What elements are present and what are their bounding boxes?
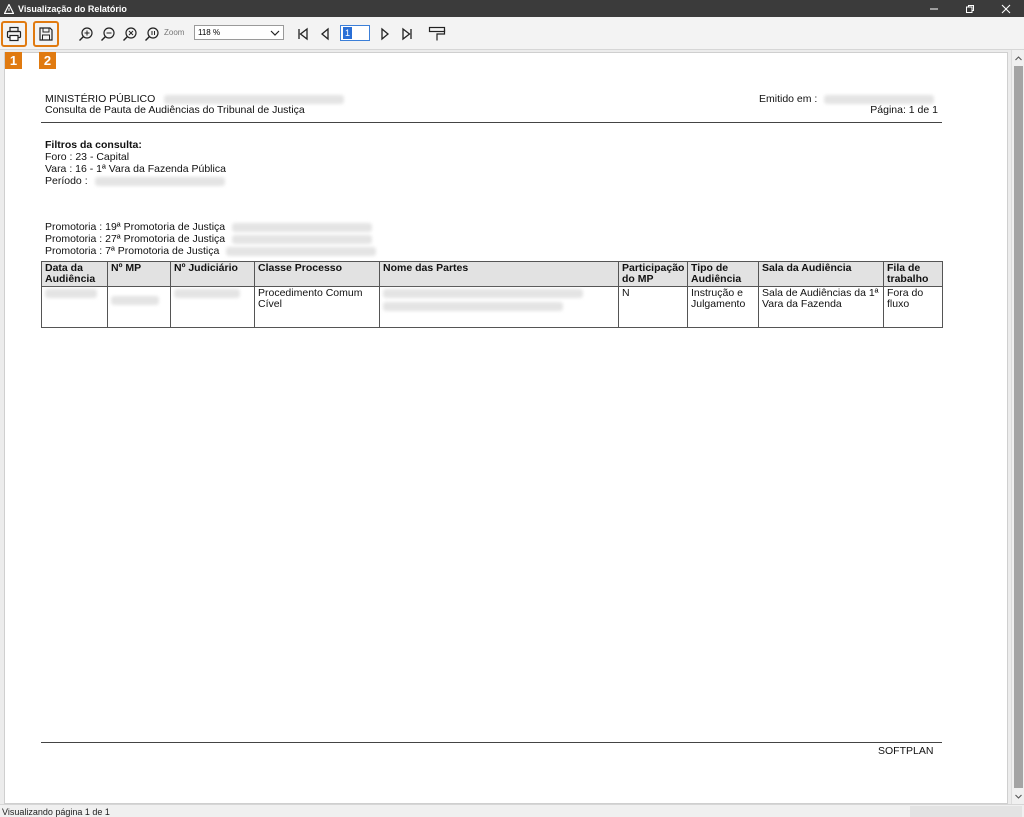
emitted-label: Emitido em :: [759, 93, 818, 105]
callout-marker-1: 1: [5, 52, 22, 69]
column-header: Fila de trabalho: [883, 261, 943, 287]
last-page-icon: [402, 27, 412, 41]
scrollbar-thumb[interactable]: [1014, 66, 1023, 788]
chevron-up-icon: [1015, 56, 1022, 61]
report-subtitle: Consulta de Pauta de Audiências do Tribu…: [45, 104, 305, 116]
cell-fila-trabalho: Fora do fluxo: [883, 286, 943, 328]
table-header-row: Data da Audiência Nº MP Nº Judiciário Cl…: [41, 261, 943, 287]
cell-classe-processo: Procedimento Comum Cível: [254, 286, 380, 328]
minimize-button[interactable]: [916, 0, 952, 17]
report-page-count: Página: 1 de 1: [870, 104, 938, 116]
report-page: MINISTÉRIO PÚBLICO Consulta de Pauta de …: [4, 52, 1008, 804]
column-header: Classe Processo: [254, 261, 380, 287]
scroll-down-button[interactable]: [1012, 790, 1024, 803]
print-button[interactable]: [1, 21, 27, 47]
cell-participacao-mp: N: [618, 286, 688, 328]
window-title: Visualização do Relatório: [18, 3, 127, 14]
redacted-text: [824, 94, 935, 104]
column-header: Tipo de Audiência: [687, 261, 759, 287]
app-icon: [4, 3, 14, 14]
close-button[interactable]: [988, 0, 1024, 17]
zoom-in-icon: [79, 27, 93, 41]
chevron-down-icon: [1015, 794, 1022, 799]
page-number-value: 1: [343, 27, 353, 39]
redacted-text: [111, 296, 159, 305]
header-divider: [41, 122, 942, 123]
footer-divider: [41, 742, 942, 743]
filter-periodo-label: Período :: [45, 175, 88, 187]
zoom-actual-size-button[interactable]: [139, 21, 165, 47]
zoom-label: Zoom: [164, 28, 185, 37]
paint-roller-icon: [428, 26, 446, 41]
promotoria-item: Promotoria : 19ª Promotoria de Justiça: [45, 221, 373, 233]
column-header: Nome das Partes: [379, 261, 619, 287]
window-controls: [916, 0, 1024, 17]
redacted-text: [174, 288, 240, 298]
page-number-input[interactable]: 1: [340, 25, 370, 41]
redacted-text: [383, 302, 563, 311]
report-viewport: MINISTÉRIO PÚBLICO Consulta de Pauta de …: [0, 50, 1011, 804]
save-button[interactable]: [33, 21, 59, 47]
column-header: Participação do MP: [618, 261, 688, 287]
previous-page-icon: [320, 27, 329, 41]
vertical-scrollbar[interactable]: [1011, 50, 1024, 804]
filter-foro: Foro : 23 - Capital: [45, 151, 130, 163]
printer-icon: [6, 26, 22, 42]
hearings-table: Data da Audiência Nº MP Nº Judiciário Cl…: [41, 261, 943, 328]
title-bar: Visualização do Relatório: [0, 0, 1024, 17]
previous-page-button[interactable]: [312, 21, 338, 47]
report-footer: SOFTPLAN: [878, 745, 934, 757]
cell-numero-mp: [107, 286, 171, 328]
status-text: Visualizando página 1 de 1: [2, 807, 110, 817]
status-bar: Visualizando página 1 de 1: [0, 804, 1024, 817]
column-header: Nº Judiciário: [170, 261, 255, 287]
restore-icon: [966, 4, 974, 13]
toolbar: Zoom 118 % 1: [0, 17, 1024, 50]
minimize-icon: [930, 8, 938, 9]
promotoria-label: Promotoria : 19ª Promotoria de Justiça: [45, 221, 226, 233]
scroll-up-button[interactable]: [1012, 52, 1024, 65]
status-bar-panel: [910, 806, 1022, 817]
zoom-actual-size-icon: [145, 27, 159, 41]
filters-title: Filtros da consulta:: [45, 139, 142, 151]
cell-sala-audiencia: Sala de Audiências da 1ª Vara da Fazenda: [758, 286, 884, 328]
promotoria-label: Promotoria : 7ª Promotoria de Justiça: [45, 245, 220, 257]
restore-button[interactable]: [952, 0, 988, 17]
redacted-text: [232, 222, 373, 232]
redacted-text: [94, 176, 225, 186]
first-page-icon: [298, 27, 308, 41]
cell-numero-judiciario: [170, 286, 255, 328]
table-row: Procedimento Comum Cível N Instrução e J…: [41, 286, 943, 328]
promotoria-item: Promotoria : 7ª Promotoria de Justiça: [45, 245, 377, 257]
cell-data-audiencia: [41, 286, 108, 328]
redacted-text: [164, 94, 345, 104]
zoom-fit-icon: [123, 27, 137, 41]
zoom-select[interactable]: 118 %: [194, 25, 284, 40]
close-icon: [1001, 4, 1011, 13]
redacted-text: [45, 288, 97, 298]
page-setup-button[interactable]: [424, 21, 450, 47]
cell-tipo-audiencia: Instrução e Julgamento: [687, 286, 759, 328]
floppy-disk-icon: [39, 27, 53, 41]
zoom-value: 118 %: [198, 28, 221, 37]
chevron-down-icon: [270, 30, 280, 36]
filter-periodo: Período :: [45, 175, 225, 187]
zoom-out-icon: [101, 27, 115, 41]
next-page-icon: [381, 27, 390, 41]
redacted-text: [226, 246, 377, 256]
redacted-text: [232, 234, 373, 244]
redacted-text: [383, 288, 583, 298]
callout-marker-2: 2: [39, 52, 56, 69]
column-header: Sala da Audiência: [758, 261, 884, 287]
promotoria-item: Promotoria : 27ª Promotoria de Justiça: [45, 233, 373, 245]
last-page-button[interactable]: [394, 21, 420, 47]
filter-vara: Vara : 16 - 1ª Vara da Fazenda Pública: [45, 163, 226, 175]
column-header: Data da Audiência: [41, 261, 108, 287]
column-header: Nº MP: [107, 261, 171, 287]
cell-nome-partes: [379, 286, 619, 328]
promotoria-label: Promotoria : 27ª Promotoria de Justiça: [45, 233, 226, 245]
